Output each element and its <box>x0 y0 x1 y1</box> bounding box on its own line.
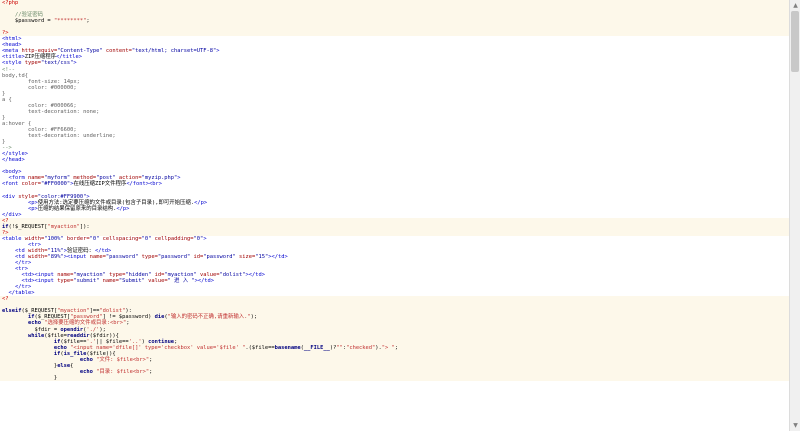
code-token: </p> <box>194 199 208 206</box>
code-token: (!$_REQUEST[ <box>8 223 48 230</box>
code-token: die <box>154 314 165 321</box>
code-token: ; <box>149 368 153 375</box>
code-token: type= <box>57 278 74 285</box>
code-token: "text/css" <box>40 60 74 67</box>
code-token: basename <box>274 344 301 351</box>
code-token: ></td> <box>245 272 265 279</box>
code-token: "目录: $file<br>" <box>96 368 150 375</box>
code-token: "文件: $file<br>" <box>96 356 150 363</box>
code-token: "submit" <box>73 278 100 285</box>
code-token: <font <box>2 181 22 188</box>
code-token: "输入的密码不正确,请重新输入." <box>167 314 251 321</box>
code-token: > <box>216 48 220 55</box>
code-lines: <?php //验证密码 $password = "********"; ?> <h… <box>0 0 789 381</box>
code-token: <?php <box>2 0 19 6</box>
code-token: "password" <box>157 253 191 260</box>
code-token: </font><br> <box>126 181 163 188</box>
code-token: } <box>2 374 58 381</box>
code-token: > <box>177 175 181 182</box>
code-token: ></td> <box>268 253 288 260</box>
code-token: "password" <box>105 253 139 260</box>
code-token: "********" <box>53 18 87 25</box>
code-token: text-decoration: underline; <box>2 133 116 140</box>
code-token: color= <box>21 181 41 188</box>
code-token: color: #000000; <box>2 84 77 91</box>
code-token: "0" <box>193 235 204 242</box>
code-token: size= <box>235 253 256 260</box>
code-token: ; <box>126 320 130 327</box>
code-token: ; <box>86 18 90 25</box>
code-token: ); <box>250 314 258 321</box>
code-token: ; <box>394 344 399 351</box>
code-token: type= <box>24 60 41 67</box>
scrollbar-thumb[interactable] <box>791 11 799 72</box>
code-token: ]): <box>79 223 90 230</box>
code-token: > <box>203 235 207 242</box>
code-token: "text/html; charset=UTF-8" <box>131 48 217 55</box>
code-token: "myaction" <box>47 223 80 230</box>
code-token: "checked" <box>346 344 376 351</box>
code-token: ; <box>149 356 153 363</box>
code-token: "0" <box>141 235 152 242</box>
code-token: "0" <box>89 235 100 242</box>
code-token: id= <box>190 253 204 260</box>
code-token: 压缩的结果保留原来的目录结构. <box>37 205 117 212</box>
code-token: " 进 入 " <box>167 278 195 285</box>
code-token: cellspacing= <box>99 235 142 242</box>
code-token: text-decoration: none; <box>2 108 100 115</box>
code-token: "100%" <box>44 235 64 242</box>
code-token: __FILE__ <box>303 344 330 351</box>
code-token: .($file== <box>245 344 275 351</box>
vertical-scrollbar[interactable]: ▲ ▼ <box>789 0 800 431</box>
code-token: "89%" <box>47 253 64 260</box>
code-token: "Submit" <box>118 278 145 285</box>
code-token: <? <box>2 296 9 303</box>
code-token: </head> <box>2 157 25 164</box>
code-token: "dolist" <box>219 272 246 279</box>
scroll-down-icon[interactable]: ▼ <box>791 421 800 430</box>
code-token: "password" <box>203 253 236 260</box>
code-token: value= <box>144 278 168 285</box>
code-token: "#FF0000" <box>40 181 71 188</box>
code-token: 在线压缩ZIP文件程序 <box>73 181 127 188</box>
code-token: ><input <box>63 253 90 260</box>
code-token: "> " <box>381 344 395 351</box>
code-token: > <box>73 60 77 67</box>
code-token: ></td> <box>194 278 215 285</box>
code-token: name= <box>99 278 119 285</box>
code-token: $password = <box>2 18 54 25</box>
scroll-up-icon[interactable]: ▲ <box>791 1 800 10</box>
code-token: content= <box>102 48 132 55</box>
code-token: cellpadding= <box>151 235 194 242</box>
code-token: "15" <box>255 253 269 260</box>
code-token: name= <box>89 253 106 260</box>
code-token: </p> <box>116 205 130 212</box>
code-token: border= <box>63 235 90 242</box>
code-editor[interactable]: <?php //验证密码 $password = "********"; ?> <h… <box>0 0 789 431</box>
code-token: type= <box>138 253 158 260</box>
code-line[interactable]: } <box>0 374 789 381</box>
